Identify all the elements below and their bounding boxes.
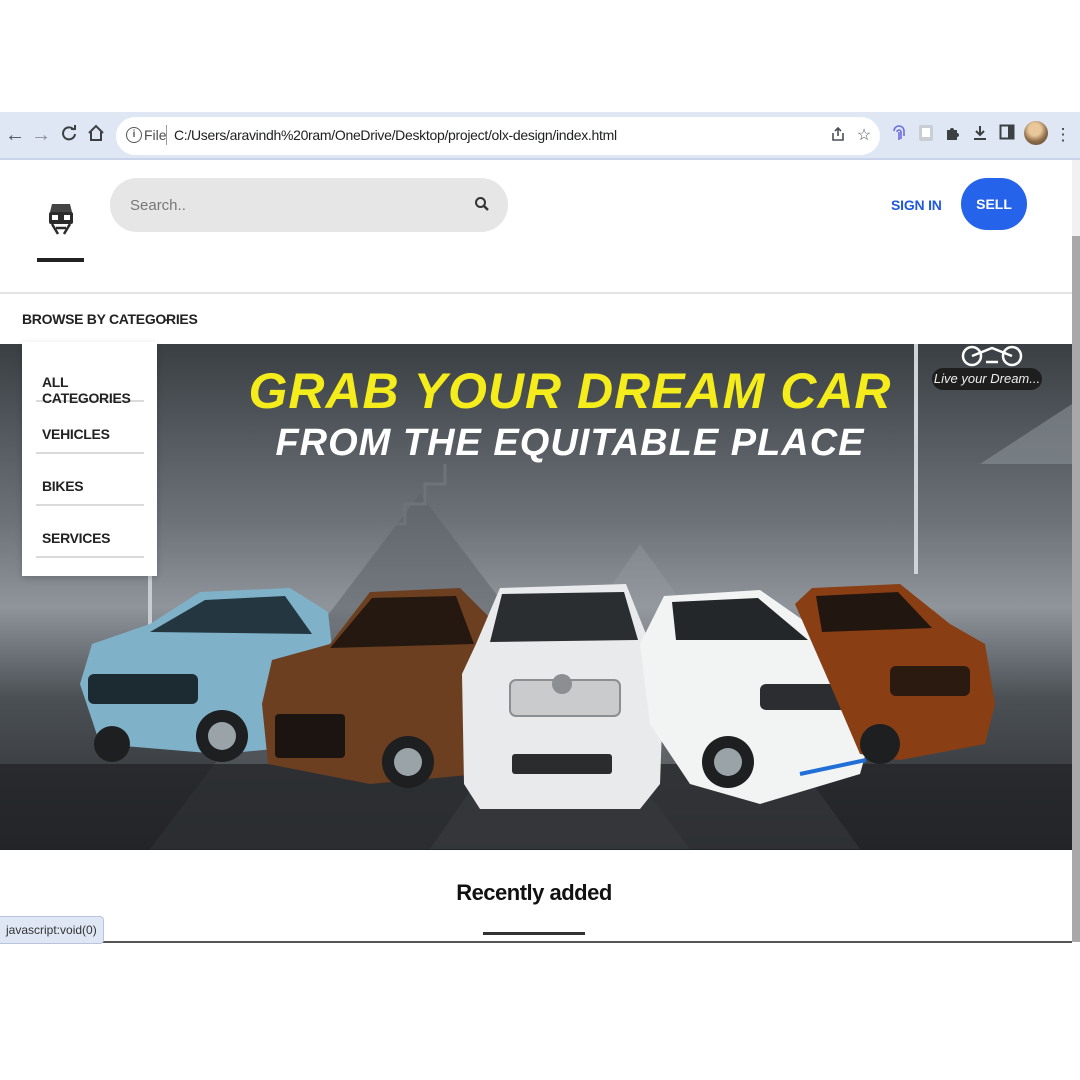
category-label[interactable]: BIKES	[42, 478, 84, 494]
category-item[interactable]: ALL CATEGORIES	[36, 350, 144, 406]
site-info-icon[interactable]: i	[126, 127, 142, 143]
home-icon[interactable]	[85, 124, 107, 146]
heading-underline	[483, 932, 585, 935]
recently-added-heading: Recently added	[456, 880, 612, 905]
back-arrow-icon[interactable]: ←	[4, 124, 26, 146]
sidebar-icon[interactable]	[996, 124, 1018, 146]
hero-cars	[80, 584, 995, 809]
scrollbar-thumb[interactable]	[1072, 236, 1080, 942]
category-item[interactable]: SERVICES	[36, 506, 144, 558]
search-input[interactable]: Search..	[130, 197, 186, 214]
file-scheme-label: File	[144, 127, 167, 143]
download-icon[interactable]	[969, 124, 991, 146]
address-separator	[166, 125, 167, 145]
categories-dropdown: ALL CATEGORIES VEHICLES BIKES SERVICES	[22, 342, 157, 576]
viewport-bottom-border	[0, 941, 1072, 943]
logo-underline	[37, 258, 84, 262]
reload-icon[interactable]	[58, 124, 80, 146]
forward-arrow-icon[interactable]: →	[30, 124, 52, 146]
chevron-down-icon[interactable]: ⌄	[161, 310, 171, 324]
search-bar[interactable]: Search..	[110, 178, 508, 232]
browser-toolbar: ← → i File C:/Users/aravindh%20ram/OneDr…	[0, 112, 1080, 161]
profile-avatar[interactable]	[1024, 121, 1048, 145]
browse-categories-toggle[interactable]: BROWSE BY CATEGORIES	[22, 311, 198, 327]
extension-card-icon[interactable]	[915, 124, 937, 146]
car-image	[462, 584, 664, 809]
category-item[interactable]: VEHICLES	[36, 402, 144, 454]
search-icon[interactable]	[474, 196, 490, 212]
fingerprint-icon[interactable]	[888, 124, 910, 146]
logo-icon[interactable]	[46, 202, 76, 236]
category-label[interactable]: VEHICLES	[42, 426, 110, 442]
url-text[interactable]: C:/Users/aravindh%20ram/OneDrive/Desktop…	[174, 127, 617, 143]
address-bar[interactable]: i File C:/Users/aravindh%20ram/OneDrive/…	[116, 117, 880, 155]
category-item[interactable]: BIKES	[36, 454, 144, 506]
share-icon[interactable]	[828, 126, 848, 146]
sell-button[interactable]: SELL	[961, 178, 1027, 230]
category-label[interactable]: SERVICES	[42, 530, 110, 546]
hero-banner: GRAB YOUR DREAM CAR FROM THE EQUITABLE P…	[0, 344, 1072, 850]
status-bar: javascript:void(0)	[0, 916, 104, 944]
puzzle-icon[interactable]	[942, 124, 964, 146]
site-header: Search.. SIGN IN SELL	[0, 160, 1072, 294]
kebab-menu-icon[interactable]: ⋮	[1052, 124, 1074, 146]
sign-in-link[interactable]: SIGN IN	[891, 197, 942, 213]
star-icon[interactable]: ☆	[854, 126, 874, 146]
